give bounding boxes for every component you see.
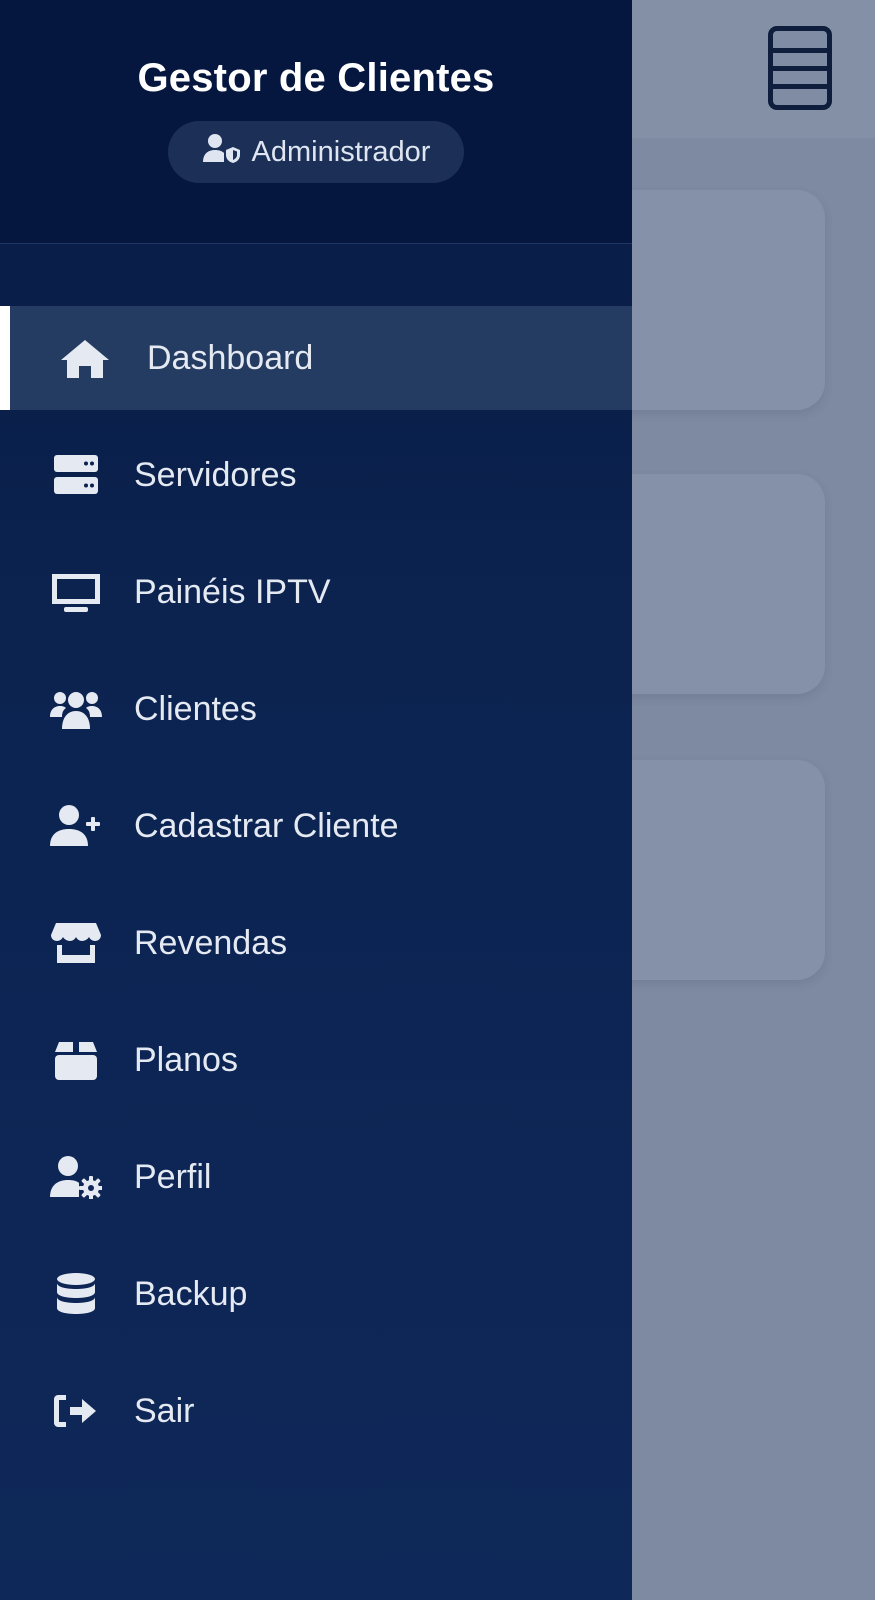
nav-item-perfil[interactable]: Perfil xyxy=(0,1125,632,1229)
hamburger-bar xyxy=(773,48,827,53)
nav-item-cadastrar-cliente[interactable]: Cadastrar Cliente xyxy=(0,774,632,878)
user-shield-icon xyxy=(202,132,242,172)
nav-item-servidores[interactable]: Servidores xyxy=(0,423,632,527)
nav-label: Dashboard xyxy=(147,338,314,377)
nav-item-planos[interactable]: Planos xyxy=(0,1008,632,1112)
user-gear-icon xyxy=(46,1154,106,1200)
logout-icon xyxy=(46,1388,106,1434)
nav-item-sair[interactable]: Sair xyxy=(0,1359,632,1463)
nav-label: Perfil xyxy=(134,1157,212,1196)
app-title: Gestor de Clientes xyxy=(137,56,495,100)
nav-item-paineis-iptv[interactable]: Painéis IPTV xyxy=(0,540,632,644)
nav-label: Servidores xyxy=(134,455,297,494)
menu-toggle-button[interactable] xyxy=(768,26,832,110)
nav-label: Planos xyxy=(134,1040,238,1079)
hamburger-bar xyxy=(773,66,827,71)
nav-label: Painéis IPTV xyxy=(134,572,331,611)
nav-item-clientes[interactable]: Clientes xyxy=(0,657,632,761)
nav-label: Clientes xyxy=(134,689,257,728)
nav-label: Cadastrar Cliente xyxy=(134,806,399,845)
nav-item-dashboard[interactable]: Dashboard xyxy=(0,306,632,410)
sidebar-nav: Dashboard Servidores Painéis IPTV Client… xyxy=(0,306,632,1476)
nav-item-revendas[interactable]: Revendas xyxy=(0,891,632,995)
home-icon xyxy=(55,335,115,381)
sidebar: Gestor de Clientes Administrador Dashboa… xyxy=(0,0,632,1600)
server-icon xyxy=(46,452,106,498)
monitor-icon xyxy=(46,569,106,615)
user-plus-icon xyxy=(46,803,106,849)
role-badge: Administrador xyxy=(168,121,464,183)
users-icon xyxy=(46,686,106,732)
database-icon xyxy=(46,1271,106,1317)
hamburger-bar xyxy=(773,84,827,89)
store-icon xyxy=(46,920,106,966)
nav-label: Sair xyxy=(134,1391,195,1430)
sidebar-header: Gestor de Clientes Administrador xyxy=(0,0,632,244)
nav-label: Revendas xyxy=(134,923,288,962)
role-label: Administrador xyxy=(251,135,431,168)
nav-item-backup[interactable]: Backup xyxy=(0,1242,632,1346)
nav-label: Backup xyxy=(134,1274,248,1313)
box-icon xyxy=(46,1037,106,1083)
